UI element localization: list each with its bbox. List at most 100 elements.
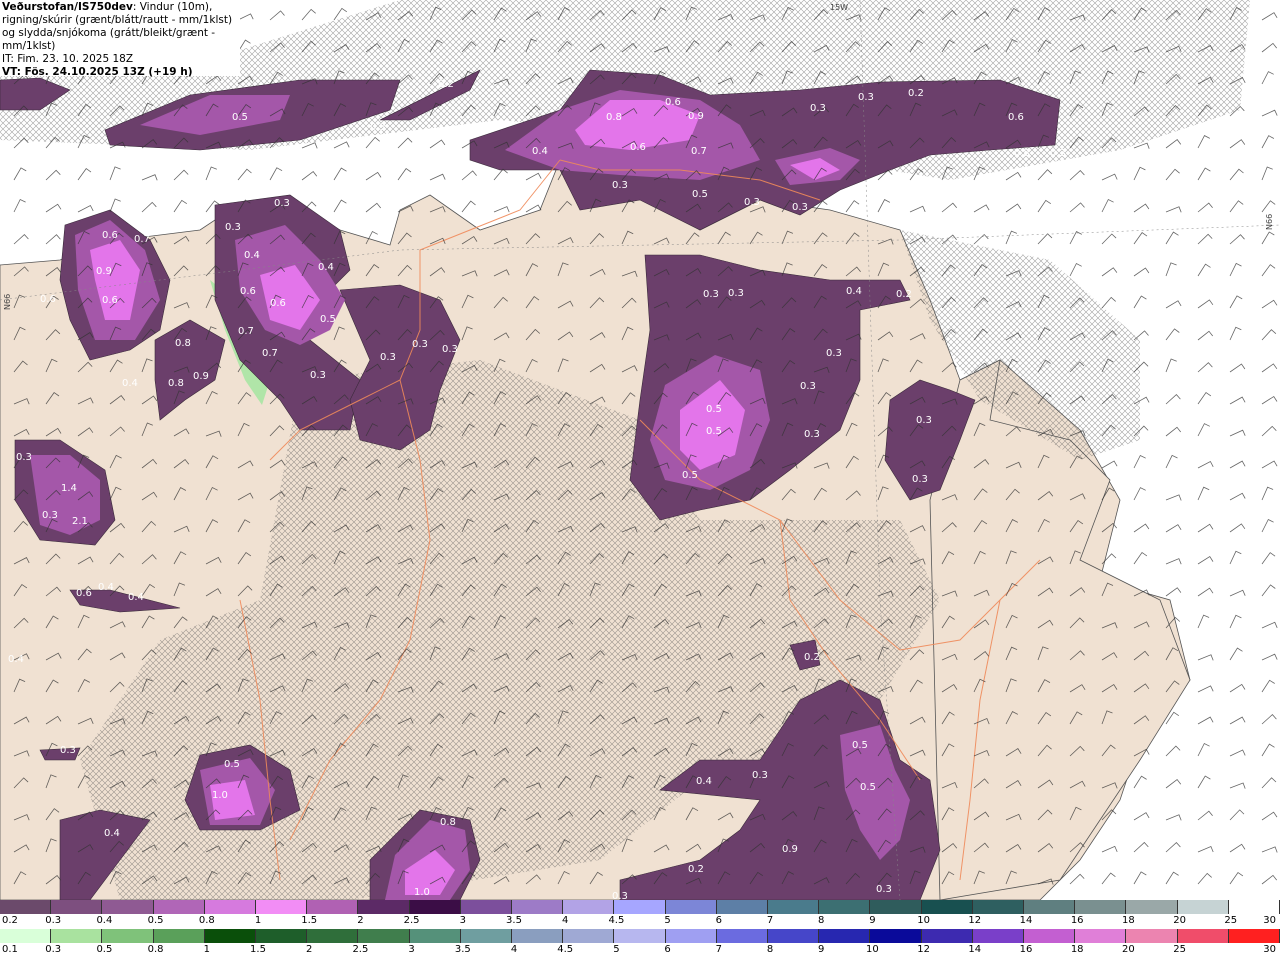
- legend_bottom-swatch: [716, 929, 769, 943]
- precip-value-label: 0.3: [916, 415, 932, 426]
- legend_top-label: 1: [254, 915, 262, 926]
- precip-value-label: 0.6: [630, 142, 646, 153]
- legend-rain-bar: [0, 929, 1280, 943]
- precip-value-label: 0.2: [438, 79, 454, 90]
- precip-value-label: 0.7: [134, 234, 150, 245]
- precip-value-label: 0.4: [98, 582, 114, 593]
- legend_top-label: 10: [917, 915, 930, 926]
- precip-value-label: 0.3: [912, 474, 928, 485]
- precip-value-label: 0.6: [270, 298, 286, 309]
- legend_bottom-label: 16: [1019, 944, 1033, 955]
- precip-value-label: 0.3: [442, 344, 458, 355]
- precip-value-label: 1.0: [212, 790, 228, 801]
- precip-value-label: 0.5: [682, 470, 698, 481]
- legend_bottom-swatch: [409, 929, 461, 943]
- legend_top-label: 18: [1122, 915, 1135, 926]
- legend_bottom-swatch: [153, 929, 205, 943]
- precip-value-label: 0.4: [128, 592, 144, 603]
- legend_top-label: 4: [562, 915, 569, 926]
- legend_bottom-label: 3: [408, 944, 415, 955]
- precip-value-label: 0.3: [728, 288, 744, 299]
- legend_bottom-label: 1.5: [250, 944, 266, 955]
- legend_top-swatch: [460, 900, 513, 914]
- precip-value-label: 0.5: [320, 314, 336, 325]
- legend_top-label: 9: [869, 915, 876, 926]
- precip-value-label: 0.9: [782, 844, 798, 855]
- legend_top-label: 20: [1173, 915, 1186, 926]
- legend_bottom-label: 5: [613, 944, 620, 955]
- legend_bottom-label: 25: [1173, 944, 1186, 955]
- precip-value-label: 0.3: [744, 197, 760, 208]
- legend_top-swatch: [1126, 900, 1178, 914]
- grid-label-top: 15W: [830, 3, 848, 12]
- precip-value-label: 0.6: [665, 97, 681, 108]
- legend_top-swatch: [0, 900, 52, 914]
- precip-value-label: 0.3: [1050, 148, 1066, 159]
- legend_bottom-label: 0.1: [2, 944, 18, 955]
- precip-value-label: 0.3: [826, 348, 842, 359]
- precip-value-label: 0.3: [792, 202, 808, 213]
- legend_top-swatch: [512, 900, 564, 914]
- weather-map: 15W N66 N66 0.5 0.2 0.3 0.4 0.8 0.9 0.6 0.7 0.3 0…: [0, 0, 1280, 900]
- precip-value-label: 0.5: [706, 426, 722, 437]
- precip-value-label: 0.3: [60, 745, 76, 756]
- precip-value-label: 0.9: [688, 111, 704, 122]
- legend_bottom-label: 8: [766, 944, 774, 955]
- legend_bottom-label: 3.5: [454, 944, 471, 955]
- legend_top-label: 14: [1019, 915, 1033, 926]
- precip-value-label: 0.4: [696, 776, 712, 787]
- precip-value-label: 0.6: [102, 230, 118, 241]
- legend_bottom-swatch: [102, 929, 154, 943]
- precip-value-label: 0.7: [262, 348, 278, 359]
- legend_top-swatch: [51, 900, 103, 914]
- precip-value-label: 0.7: [238, 326, 254, 337]
- precip-value-label: 1.4: [61, 483, 77, 494]
- precip-value-label: 0.2: [908, 88, 924, 99]
- legend_bottom-swatch: [819, 929, 871, 943]
- legend_bottom-label: 4.5: [557, 944, 574, 955]
- legend-rain-labels: 0.1 0.3 0.5 0.8 1 1.5 2 2.5 3 3.5 4 4.5 5 6 7 8 9 10 12 14 1…: [0, 944, 1280, 958]
- precip-value-label: 0.5: [224, 759, 240, 770]
- legend_bottom-label: 2.5: [352, 944, 369, 955]
- precip-value-label: 0.3: [612, 891, 628, 900]
- precip-value-label: 0.5: [860, 782, 876, 793]
- legend_bottom-swatch: [768, 929, 820, 943]
- legend_bottom-label: 1: [203, 944, 210, 955]
- precip-value-label: 0.3: [876, 884, 892, 895]
- legend_top-swatch: [716, 900, 769, 914]
- title-source: Veðurstofan/IS750dev: [2, 1, 133, 13]
- legend_bottom-swatch: [307, 929, 359, 943]
- precip-value-label: 0.2: [804, 652, 820, 663]
- precip-value-label: 0.6: [40, 294, 56, 305]
- legend-snow-bar: [0, 900, 1280, 914]
- precip-value-label: 0.8: [168, 378, 184, 389]
- precip-value-label: 0.3: [225, 222, 241, 233]
- legend_top-swatch: [204, 900, 257, 914]
- legend_top-swatch: [768, 900, 820, 914]
- legend_top-label: 3: [459, 915, 466, 926]
- legend_bottom-swatch: [921, 929, 973, 943]
- valid-time: VT: Fös. 24.10.2025 13Z (+19 h): [2, 66, 193, 78]
- legend_top-swatch: [1024, 900, 1076, 914]
- legend_bottom-swatch: [665, 929, 717, 943]
- legend_bottom-swatch: [358, 929, 410, 943]
- legend_top-swatch: [819, 900, 871, 914]
- legend_bottom-swatch: [614, 929, 666, 943]
- legend_top-swatch: [870, 900, 922, 914]
- precip-value-label: 0.3: [612, 180, 628, 191]
- legend_top-label: 0.5: [147, 915, 164, 926]
- precip-value-label: 0.3: [310, 370, 326, 381]
- legend_bottom-swatch: [1126, 929, 1178, 943]
- legend_bottom-label: 12: [917, 944, 930, 955]
- legend_bottom-label: 30: [1263, 944, 1276, 955]
- legend_bottom-label: 18: [1070, 944, 1084, 955]
- legend_top-swatch: [358, 900, 410, 914]
- precip-value-label: 0.3: [370, 122, 386, 133]
- precip-value-label: 0.3: [703, 289, 719, 300]
- legend_top-label: 2.5: [403, 915, 420, 926]
- legend_bottom-label: 6: [664, 944, 671, 955]
- legend_bottom-label: 2: [306, 944, 313, 955]
- legend_bottom-swatch: [256, 929, 308, 943]
- precip-value-label: 0.4: [318, 262, 334, 273]
- precip-value-label: 0.3: [804, 429, 820, 440]
